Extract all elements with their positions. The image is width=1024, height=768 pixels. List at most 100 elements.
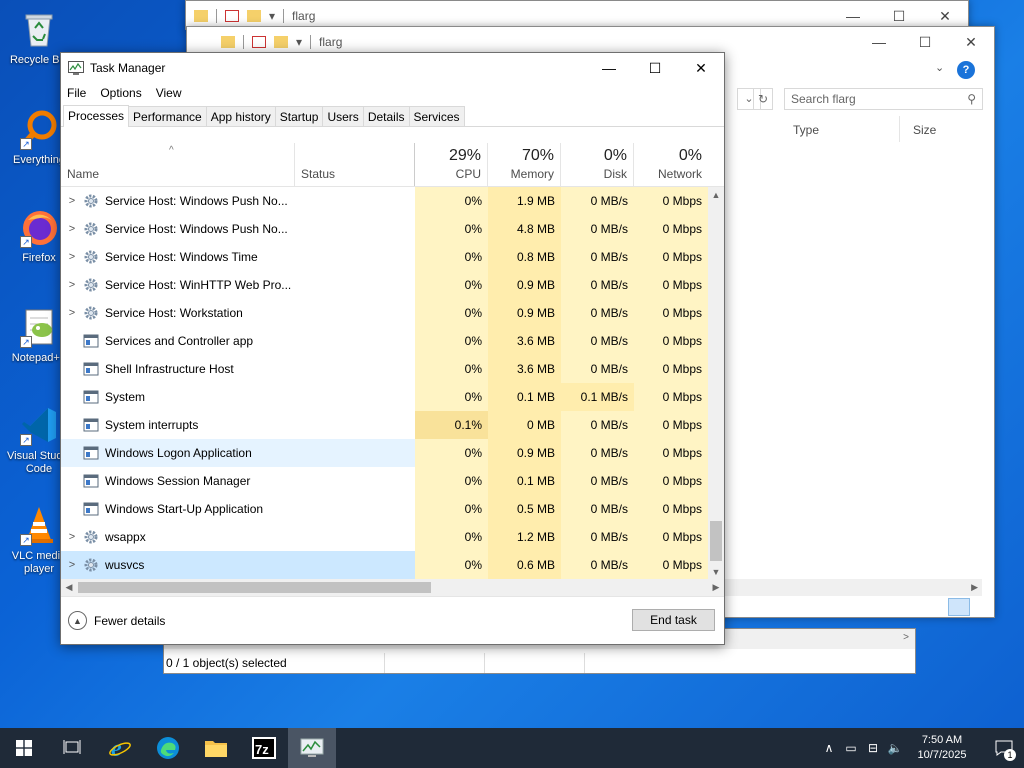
taskbar-ie-button[interactable]: e: [96, 728, 144, 768]
column-disk[interactable]: 0% Disk: [561, 143, 634, 186]
column-status[interactable]: Status: [295, 143, 415, 186]
menu-view[interactable]: View: [156, 86, 182, 100]
process-name-cell: > Service Host: Workstation: [61, 299, 295, 327]
table-row[interactable]: Windows Logon Application 0% 0.9 MB 0 MB/s 0…: [61, 439, 708, 467]
tab-users[interactable]: Users: [322, 106, 364, 126]
table-row[interactable]: > Service Host: Windows Push No... 0% 1.9 M…: [61, 187, 708, 215]
column-cpu[interactable]: 29% CPU: [415, 143, 488, 186]
expand-chevron-icon[interactable]: >: [61, 307, 83, 319]
large-icons-view-icon[interactable]: [972, 598, 992, 616]
scroll-right-icon[interactable]: >: [903, 632, 909, 643]
network-cell: 0 Mbps: [634, 495, 708, 523]
disk-cell: 0.1 MB/s: [561, 383, 634, 411]
start-button[interactable]: [0, 728, 48, 768]
expand-chevron-icon[interactable]: >: [61, 223, 83, 235]
scrollbar-thumb[interactable]: [78, 582, 431, 593]
tab-startup[interactable]: Startup: [274, 106, 324, 126]
scroll-right-icon[interactable]: ▶: [971, 582, 978, 593]
scroll-left-icon[interactable]: ◀: [61, 579, 77, 596]
cpu-cell: 0%: [415, 215, 488, 243]
volume-muted-icon[interactable]: 🔈: [884, 728, 906, 768]
process-status-cell: [295, 215, 415, 243]
help-icon[interactable]: ?: [957, 61, 975, 79]
memory-cell: 0.6 MB: [488, 551, 561, 579]
everything-search-icon: ↗: [18, 108, 60, 150]
column-memory[interactable]: 70% Memory: [488, 143, 561, 186]
sort-ascending-icon: ^: [169, 145, 174, 156]
tab-details[interactable]: Details: [362, 106, 410, 126]
minimize-button[interactable]: —: [586, 53, 632, 83]
chevron-up-icon: ▲: [68, 611, 87, 630]
qat-dropdown-icon[interactable]: ▾: [296, 35, 302, 49]
cpu-cell: 0%: [415, 551, 488, 579]
table-row[interactable]: > wusvcs 0% 0.6 MB 0 MB/s 0 Mbps: [61, 551, 708, 579]
scroll-up-icon[interactable]: ▲: [708, 187, 724, 203]
maximize-button[interactable]: ☐: [902, 27, 948, 57]
app-window-icon: [83, 445, 99, 461]
column-size[interactable]: Size: [913, 123, 936, 137]
process-name-cell: Shell Infrastructure Host: [61, 355, 295, 383]
ribbon-expand-icon[interactable]: ⌄: [935, 61, 944, 74]
tab-performance[interactable]: Performance: [128, 106, 207, 126]
horizontal-scrollbar[interactable]: ◀ ▶: [61, 579, 724, 596]
task-manager-window[interactable]: Task Manager — ☐ ✕ File Options View Pro…: [60, 52, 725, 645]
details-view-icon[interactable]: [948, 598, 970, 616]
table-row[interactable]: > Service Host: Windows Time 0% 0.8 MB 0 MB/…: [61, 243, 708, 271]
table-row[interactable]: System interrupts 0.1% 0 MB 0 MB/s 0 Mbps: [61, 411, 708, 439]
column-type[interactable]: Type: [793, 123, 819, 137]
vertical-scrollbar[interactable]: ▲ ▼: [708, 187, 724, 580]
horizontal-scrollbar[interactable]: ▶: [722, 579, 982, 596]
properties-icon[interactable]: [252, 36, 266, 48]
new-folder-icon[interactable]: [247, 10, 261, 22]
refresh-icon[interactable]: ↻: [753, 88, 773, 110]
tab-app-history[interactable]: App history: [205, 106, 276, 126]
table-row[interactable]: Windows Session Manager 0% 0.1 MB 0 MB/s 0 M…: [61, 467, 708, 495]
expand-chevron-icon[interactable]: >: [61, 195, 83, 207]
menu-file[interactable]: File: [67, 86, 86, 100]
task-view-button[interactable]: [48, 728, 96, 768]
table-row[interactable]: System 0% 0.1 MB 0.1 MB/s 0 Mbps: [61, 383, 708, 411]
search-input[interactable]: Search flarg ⚲: [784, 88, 983, 110]
maximize-button[interactable]: ☐: [632, 53, 678, 83]
column-network[interactable]: 0% Network: [634, 143, 708, 186]
disk-cell: 0 MB/s: [561, 243, 634, 271]
process-name-cell: > wusvcs: [61, 551, 295, 579]
expand-chevron-icon[interactable]: >: [61, 559, 83, 571]
tab-processes[interactable]: Processes: [63, 105, 130, 127]
close-button[interactable]: ✕: [948, 27, 994, 57]
minimize-button[interactable]: —: [856, 27, 902, 57]
table-row[interactable]: Windows Start-Up Application 0% 0.5 MB 0 MB…: [61, 495, 708, 523]
taskbar-7zip-button[interactable]: 7z: [240, 728, 288, 768]
expand-chevron-icon[interactable]: >: [61, 279, 83, 291]
table-row[interactable]: > Service Host: Windows Push No... 0% 4.8 M…: [61, 215, 708, 243]
expand-chevron-icon[interactable]: >: [61, 251, 83, 263]
table-row[interactable]: Shell Infrastructure Host 0% 3.6 MB 0 MB/s 0…: [61, 355, 708, 383]
menu-options[interactable]: Options: [100, 86, 141, 100]
scroll-right-icon[interactable]: ▶: [708, 579, 724, 596]
display-icon[interactable]: ▭: [840, 728, 862, 768]
scroll-down-icon[interactable]: ▼: [708, 564, 724, 580]
expand-chevron-icon[interactable]: >: [61, 531, 83, 543]
scrollbar-thumb[interactable]: [710, 521, 722, 561]
table-row[interactable]: Services and Controller app 0% 3.6 MB 0 MB/…: [61, 327, 708, 355]
taskbar-edge-button[interactable]: [144, 728, 192, 768]
table-row[interactable]: > Service Host: WinHTTP Web Pro... 0% 0.9 M…: [61, 271, 708, 299]
table-row[interactable]: > Service Host: Workstation 0% 0.9 MB 0 MB/s…: [61, 299, 708, 327]
table-row[interactable]: > wsappx 0% 1.2 MB 0 MB/s 0 Mbps: [61, 523, 708, 551]
fewer-details-button[interactable]: ▲ Fewer details: [68, 611, 165, 630]
taskbar-task-manager-button[interactable]: [288, 728, 336, 768]
disk-cell: 0 MB/s: [561, 411, 634, 439]
qat-dropdown-icon[interactable]: ▾: [269, 9, 275, 23]
end-task-button[interactable]: End task: [632, 609, 715, 631]
column-name[interactable]: ^ Name: [61, 143, 295, 186]
properties-icon[interactable]: [225, 10, 239, 22]
network-icon[interactable]: ⊟: [862, 728, 884, 768]
process-name-cell: > Service Host: Windows Time: [61, 243, 295, 271]
taskbar-file-explorer-button[interactable]: [192, 728, 240, 768]
close-button[interactable]: ✕: [678, 53, 724, 83]
new-folder-icon[interactable]: [274, 36, 288, 48]
action-center-icon[interactable]: 1: [984, 728, 1024, 768]
show-hidden-icons-icon[interactable]: ∧: [818, 728, 840, 768]
clock[interactable]: 7:50 AM 10/7/2025: [912, 733, 972, 763]
tab-services[interactable]: Services: [408, 106, 465, 126]
